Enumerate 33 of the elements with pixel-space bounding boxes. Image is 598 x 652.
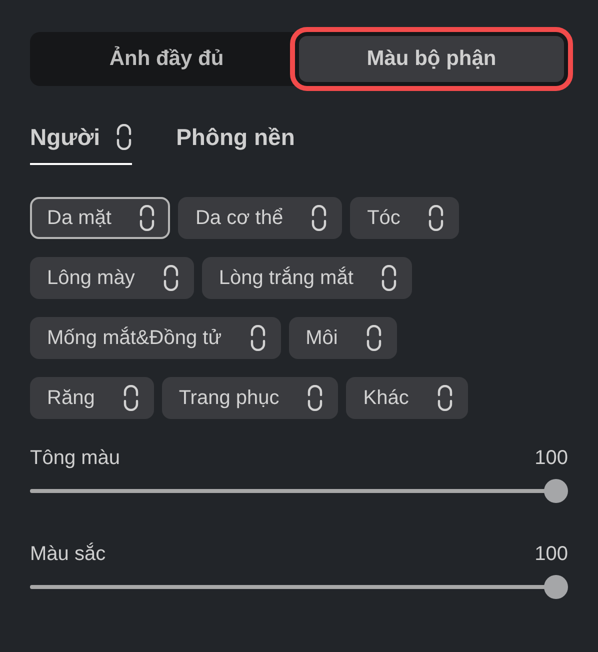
slider[interactable] bbox=[30, 478, 568, 502]
subject-tab[interactable]: Phông nền bbox=[176, 120, 295, 164]
loop-icon bbox=[428, 204, 444, 230]
loop-icon bbox=[122, 384, 139, 410]
loop-icon bbox=[307, 384, 324, 410]
loop-icon bbox=[381, 264, 398, 290]
subject-tab[interactable]: Người bbox=[30, 120, 132, 164]
part-chip[interactable]: Da mặt bbox=[30, 196, 170, 238]
loop-icon bbox=[139, 204, 156, 230]
part-chip[interactable]: Da cơ thể bbox=[178, 196, 342, 238]
loop-icon bbox=[116, 124, 132, 150]
slider-value: 100 bbox=[534, 446, 568, 470]
part-chip[interactable]: Trang phục bbox=[162, 376, 338, 418]
loop-icon bbox=[436, 384, 453, 410]
slider[interactable] bbox=[30, 574, 568, 598]
slider-thumb[interactable] bbox=[544, 574, 568, 598]
loop-icon bbox=[162, 264, 179, 290]
part-chip[interactable]: Mống mắt&Đồng tử bbox=[30, 316, 281, 358]
part-chip[interactable]: Tóc bbox=[350, 196, 460, 238]
part-chip[interactable]: Răng bbox=[30, 376, 154, 418]
mode-tab[interactable]: Màu bộ phận bbox=[299, 36, 564, 82]
slider-label: Tông màu bbox=[30, 446, 120, 470]
loop-icon bbox=[366, 324, 382, 350]
slider-value: 100 bbox=[534, 542, 568, 566]
part-chip[interactable]: Lòng trắng mắt bbox=[202, 256, 412, 298]
slider-label: Màu sắc bbox=[30, 542, 106, 566]
part-chip[interactable]: Khác bbox=[346, 376, 468, 418]
slider-thumb[interactable] bbox=[544, 478, 568, 502]
part-chip[interactable]: Môi bbox=[288, 316, 397, 358]
mode-tab[interactable]: Ảnh đầy đủ bbox=[34, 36, 299, 82]
loop-icon bbox=[250, 324, 266, 350]
loop-icon bbox=[311, 204, 328, 230]
part-chip[interactable]: Lông mày bbox=[30, 256, 194, 298]
